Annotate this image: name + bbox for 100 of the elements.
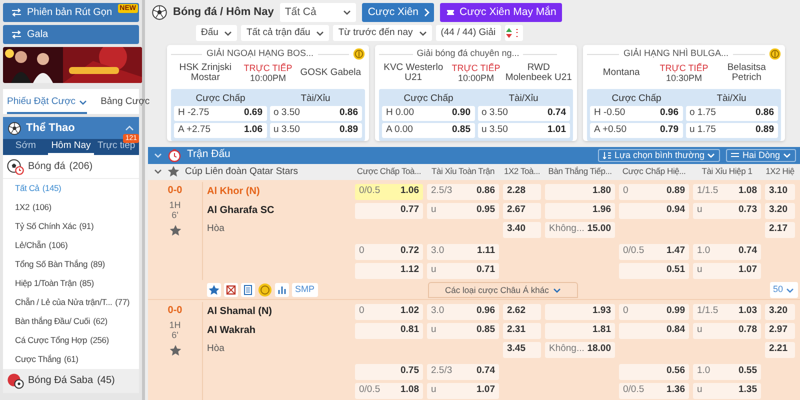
odds-button[interactable]: 0/0.5 1.06 [355,184,423,200]
odds-button[interactable]: 0.51 [619,262,689,278]
time-tab[interactable]: Sớm [3,139,48,155]
odds-button[interactable]: 2.5/3 0.74 [427,364,499,380]
odds-button[interactable]: 1.0 0.55 [693,364,761,380]
odds-button[interactable]: 0 0.89 [619,184,689,200]
odds-button[interactable]: 3.0 1.11 [427,244,499,260]
odds-button[interactable]: 1.93 [545,304,615,320]
odds-button[interactable]: 3.45 [503,342,541,358]
odds-button[interactable]: A +2.75 1.06 [174,123,266,138]
odds-button[interactable]: 3.10 [765,184,795,200]
odds-button[interactable]: A 0.00 0.85 [382,123,474,138]
odds-button[interactable]: u 0.73 [693,202,761,218]
odds-button[interactable]: 1.81 [545,322,615,338]
view-option-button[interactable]: Lựa chọn bình thường [598,148,720,162]
sport-item[interactable]: Bóng đá (206) [3,155,139,179]
market-item[interactable]: Tổng Số Bàn Thắng (89) [3,255,139,274]
odds-button[interactable]: 0.81 [355,322,423,338]
gala-button[interactable]: Gala [3,25,139,44]
odds-button[interactable]: 2.31 [503,322,541,338]
market-item[interactable]: Tỷ Số Chính Xác (91) [3,217,139,236]
odds-button[interactable]: 0/0.5 1.47 [619,244,689,260]
odds-button[interactable]: 0.56 [619,364,689,380]
odds-button[interactable]: 1.0 0.74 [693,244,761,260]
odds-button[interactable]: u 3.50 1.01 [478,123,570,138]
market-item[interactable]: Lẻ/Chẵn (106) [3,236,139,255]
odds-button[interactable]: H 0.00 0.90 [382,106,474,121]
odds-button[interactable]: 3.40 [503,222,541,238]
star-icon[interactable] [207,283,221,297]
odds-button[interactable]: u 0.95 [427,202,499,218]
odds-button[interactable]: o 3.50 0.74 [478,106,570,121]
sport-item[interactable]: Bóng Đá Saba (45) [3,369,139,393]
odds-button[interactable]: 0 0.99 [619,304,689,320]
odds-button[interactable]: o 3.50 0.86 [270,106,362,121]
odds-button[interactable]: 1.12 [355,262,423,278]
lucky-parlay-button[interactable]: Cược Xiên May Mắn [440,3,562,22]
star-icon[interactable] [167,165,180,178]
odds-button[interactable]: 2.62 [503,304,541,320]
bar-chart-icon[interactable] [275,283,289,297]
star-icon[interactable] [168,344,182,357]
sort-arrows-icon[interactable] [504,25,523,41]
odds-button[interactable]: 2.97 [765,322,795,338]
filter-dropdown[interactable]: Từ trước đến nay [333,25,432,41]
more-bets-button[interactable]: Các loại cược Châu Á khác [428,282,578,298]
odds-button[interactable]: u 0.78 [693,322,761,338]
odds-button[interactable]: 2.21 [765,342,795,358]
odds-button[interactable]: u 0.71 [427,262,499,278]
document-icon[interactable] [241,283,255,297]
odds-button[interactable]: 0.94 [619,202,689,218]
odds-button[interactable]: 1.96 [545,202,615,218]
match-card[interactable]: Giải bóng đá chuyên ng... KVC Westerlo U21 TRỰC TIẾP 10:00PM RWD Molenbeek U21 Cược Chấp Tài/Xỉu H 0.00 0.90 o 3.50 0.74 A 0.00 0.85 u 3.50 1.01 [375,45,577,141]
odds-button[interactable]: A +0.50 0.79 [590,123,682,138]
odds-button[interactable]: u 1.35 [693,382,761,398]
smp-button[interactable]: SMP [292,283,318,297]
market-item[interactable]: Tất Cả (145) [3,179,139,198]
odds-button[interactable]: 1/1.5 1.08 [693,184,761,200]
odds-button[interactable]: 2.67 [503,202,541,218]
odds-button[interactable]: 1.80 [545,184,615,200]
section-header[interactable]: Trận Đấu Lựa chọn bình thường Hai Dòng [148,147,800,164]
parlay-button[interactable]: Cược Xiên [362,3,434,22]
odds-button[interactable]: H -0.50 0.96 [590,106,682,121]
odds-button[interactable]: 3.0 0.96 [427,304,499,320]
odds-button[interactable]: u 3.50 0.89 [270,123,362,138]
market-item[interactable]: Bàn thắng Đầu/ Cuối (62) [3,312,139,331]
bet-tab[interactable]: Phiếu Đặt Cược [7,92,87,114]
page-size-select[interactable]: 50 [770,282,798,298]
odds-button[interactable]: 3.20 [765,304,795,320]
odds-button[interactable]: u 1.07 [427,382,499,398]
odds-button[interactable]: u 0.85 [427,322,499,338]
odds-button[interactable]: 2.17 [765,222,795,238]
odds-button[interactable]: u 1.75 0.89 [686,123,778,138]
bet-tab[interactable]: Bảng Cược [100,92,150,114]
odds-button[interactable]: Không... 18.00 [545,342,615,358]
filter-dropdown[interactable]: Đấu [196,25,238,41]
market-item[interactable]: Cược Thắng (61) [3,350,139,369]
odds-button[interactable]: 0.77 [355,202,423,218]
filter-dropdown[interactable]: Tất cả trận đấu [241,25,330,41]
odds-button[interactable]: u 1.07 [693,262,761,278]
odds-button[interactable]: 0 0.72 [355,244,423,260]
odds-button[interactable]: 0.84 [619,322,689,338]
grid-icon[interactable] [224,283,238,297]
market-item[interactable]: 1X2 (106) [3,198,139,217]
market-item[interactable]: Hiệp 1/Toàn Trận (85) [3,274,139,293]
match-card[interactable]: GIẢI HẠNG NHÌ BULGA... Montana TRỰC TIẾP 10:30PM Belasitsa Petrich Cược Chấp Tài/Xỉu H -0.50 0.96 o 1.75 0.86 A +0.50 0.79 u 1.75 0.89 [583,45,785,141]
odds-button[interactable]: Không... 15.00 [545,222,615,238]
filter-select[interactable]: Tất Cả [280,3,356,22]
odds-button[interactable]: 0/0.5 1.36 [619,382,689,398]
odds-button[interactable]: 0/0.5 1.08 [355,382,423,398]
star-icon[interactable] [168,224,182,237]
odds-button[interactable]: 0 1.02 [355,304,423,320]
odds-button[interactable]: 1/1.5 1.03 [693,304,761,320]
market-item[interactable]: Cá Cược Tổng Hợp (256) [3,331,139,350]
view-option-button[interactable]: Hai Dòng [726,148,796,162]
odds-button[interactable]: 0.75 [355,364,423,380]
odds-button[interactable]: 2.28 [503,184,541,200]
odds-button[interactable]: o 1.75 0.86 [686,106,778,121]
odds-button[interactable]: H -2.75 0.69 [174,106,266,121]
odds-button[interactable]: 2.5/3 0.86 [427,184,499,200]
coin-icon[interactable] [258,283,272,297]
market-item[interactable]: Chẵn / Lẻ của Nửa trận/T... (77) [3,293,139,312]
